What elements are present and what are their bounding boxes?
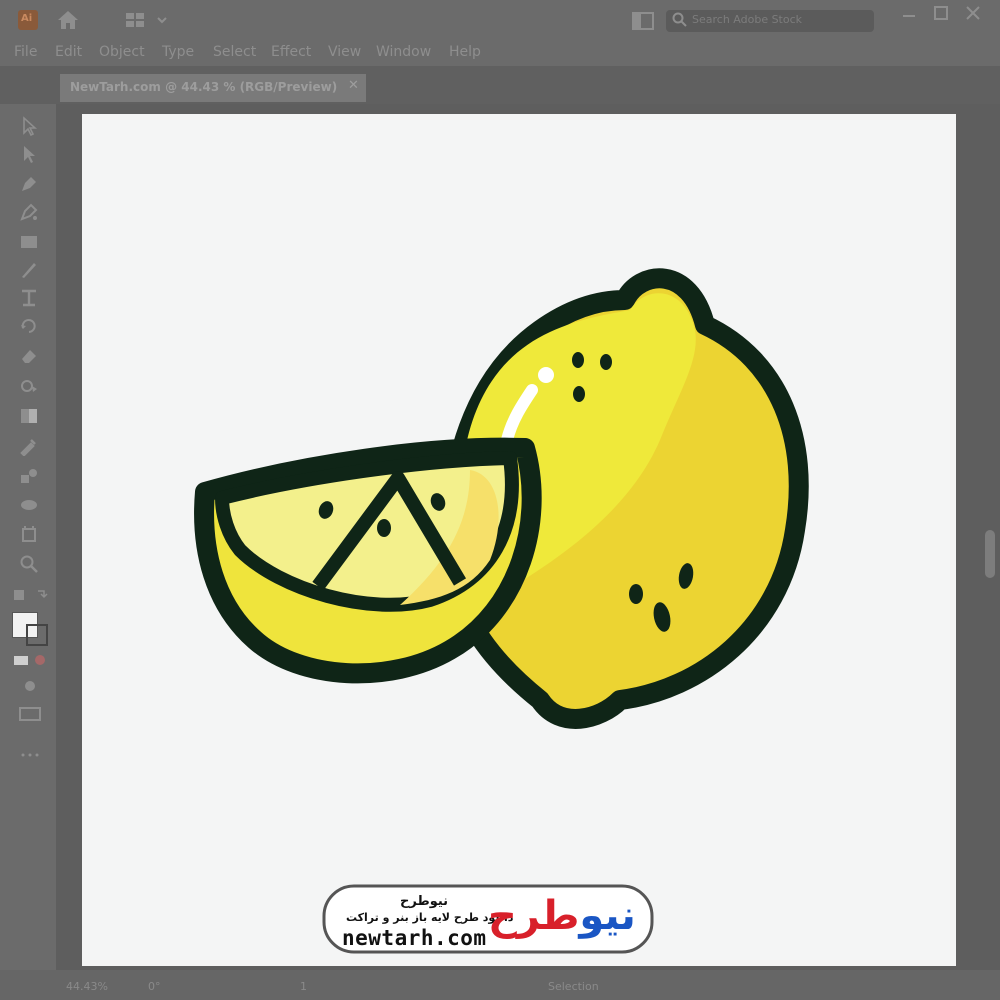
watermark-brand-blue: نیو	[579, 893, 636, 939]
lemon-illustration[interactable]	[0, 0, 1000, 1000]
watermark-url: newtarh.com	[342, 926, 487, 950]
lemon-highlight-dot	[538, 367, 554, 383]
lemon-seed	[377, 519, 391, 537]
zoom-level[interactable]: 44.43%	[66, 980, 108, 993]
lemon-pore	[600, 354, 612, 370]
lemon-pore	[572, 352, 584, 368]
lemon-pore	[573, 386, 585, 402]
watermark-title-fa: نیوطرح	[400, 894, 449, 909]
lemon-pore	[629, 584, 643, 604]
watermark-brand-red: طرح	[488, 893, 580, 939]
watermark-brand: نیوطرح	[488, 890, 636, 942]
current-tool-status: Selection	[548, 980, 599, 993]
rotation-value[interactable]: 0°	[148, 980, 161, 993]
artboard-number[interactable]: 1	[300, 980, 307, 993]
